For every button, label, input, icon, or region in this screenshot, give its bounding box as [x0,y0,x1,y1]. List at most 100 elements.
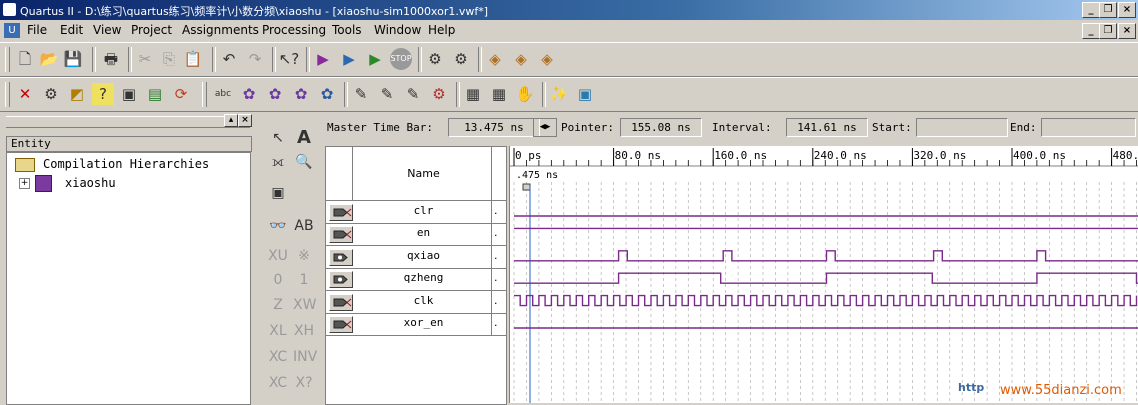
editor-icon[interactable]: ✎ [376,83,398,105]
close-icon[interactable]: × [1118,2,1136,18]
pencil-icon[interactable]: ✎ [350,83,372,105]
refresh-icon[interactable]: ⟳ [170,83,192,105]
count-value-icon[interactable]: INV [293,346,317,368]
forcing-low-icon[interactable]: 0 [267,269,289,291]
high-impedance-icon[interactable]: Z [267,294,289,316]
panel-close-icon[interactable]: × [238,114,252,127]
signal-row[interactable]: xor_en. [326,313,506,336]
doc-restore-icon[interactable]: ❐ [1099,23,1117,39]
netlist-icon[interactable]: ◈ [536,48,558,70]
pin-planner-icon[interactable]: ◩ [66,83,88,105]
device-icon[interactable]: ▣ [118,83,140,105]
new-file-icon[interactable]: 🗋 [14,48,36,70]
undo-icon[interactable]: ↶ [218,48,240,70]
time-bar-arrows[interactable]: ◀▶ [533,118,557,137]
wizard-icon[interactable]: ✨ [548,83,570,105]
megawizard-icon[interactable]: ▣ [574,83,596,105]
restore-icon[interactable]: ❐ [1099,2,1117,18]
assembler-icon[interactable]: ✿ [290,83,312,105]
dont-care-icon[interactable]: ※ [293,245,315,267]
waveform-editor-icon[interactable]: ✎ [402,83,424,105]
signal-row[interactable]: clr. [326,201,506,224]
paste-icon[interactable]: 📋 [182,48,204,70]
weak-high-icon[interactable]: XH [293,320,315,342]
tree-root[interactable]: Compilation Hierarchies [13,155,243,173]
timing-icon[interactable]: ✿ [316,83,338,105]
rtl-viewer-icon[interactable]: ◈ [484,48,506,70]
menu-window[interactable]: Window [374,23,421,37]
tech-map-icon[interactable]: ◈ [510,48,532,70]
cut-icon[interactable]: ✂ [134,48,156,70]
doc-minimize-icon[interactable]: _ [1082,23,1100,39]
header-divider [352,147,353,200]
signaltap-icon[interactable]: ▦ [488,83,510,105]
signal-row[interactable]: qzheng. [326,268,506,292]
fitter-icon[interactable]: ✿ [264,83,286,105]
entity-header[interactable]: Entity [6,136,252,152]
menu-help[interactable]: Help [428,23,455,37]
hand-icon[interactable]: ✋ [514,83,536,105]
simulator-icon[interactable]: ⚙ [428,83,450,105]
menu-assignments[interactable]: Assignments [182,23,259,37]
menu-bar: U File Edit View Project Assignments Pro… [0,21,1138,41]
row-divider [491,223,492,246]
doc-close-icon[interactable]: × [1118,23,1136,39]
waveform-display[interactable]: 0 ps 80.0 ns 160.0 ns 240.0 ns 320.0 ns 400.0… [509,146,1138,403]
stop-processing-icon[interactable]: ▶ [312,48,334,70]
menu-project[interactable]: Project [131,23,172,37]
start-label: Start: [872,121,912,134]
save-icon[interactable]: 💾 [62,48,84,70]
replace-icon[interactable]: AB [293,215,315,237]
menu-view[interactable]: View [93,23,121,37]
panel-float-icon[interactable]: ▴ [224,114,238,127]
timing-settings-icon[interactable]: ? [92,83,114,105]
arbitrary-value-icon[interactable]: X? [293,372,315,394]
selection-tool-icon[interactable]: ↖ [267,127,289,149]
open-folder-icon[interactable]: 📂 [38,48,60,70]
synthesis-icon[interactable]: ✿ [238,83,260,105]
full-screen-icon[interactable]: ▣ [267,182,289,204]
folder-icon [15,158,35,172]
waveform-svg[interactable]: 0 ps 80.0 ns 160.0 ns 240.0 ns 320.0 ns 400.0… [510,146,1138,403]
signal-row[interactable]: qxiao. [326,245,506,269]
time-bar: Master Time Bar: 13.475 ns ◀▶ Pointer: 1… [325,118,1138,138]
find-icon[interactable]: 👓 [267,215,289,237]
signal-row[interactable]: clk. [326,290,506,314]
uninitialized-icon[interactable]: XU [267,245,289,267]
zoom-tool-icon[interactable]: 🔍 [293,151,315,173]
input-pin-icon [329,316,353,333]
waveform-tool-icon[interactable]: ⟗ [267,151,289,173]
abc-icon[interactable]: abc [212,83,234,105]
menu-edit[interactable]: Edit [60,23,83,37]
start-analysis-icon[interactable]: ▶ [338,48,360,70]
weak-unknown-icon[interactable]: XW [293,294,316,316]
menu-processing[interactable]: Processing [262,23,326,37]
text-tool-icon[interactable]: A [293,127,315,149]
redo-icon[interactable]: ↷ [244,48,266,70]
signal-row[interactable]: en. [326,223,506,247]
expand-icon[interactable]: + [19,178,30,189]
invert-icon[interactable]: XC [267,346,289,368]
weak-low-icon[interactable]: XL [267,320,289,342]
copy-icon[interactable]: ⎘ [158,48,180,70]
print-icon[interactable]: 🖶 [100,48,122,70]
start-compilation-icon[interactable]: ▶ [364,48,386,70]
menu-file[interactable]: File [27,23,47,37]
start-field [916,118,1008,137]
help-pointer-icon[interactable]: ↖? [278,48,300,70]
overwrite-clock-icon[interactable]: XC [267,372,289,394]
report-icon[interactable]: ▤ [144,83,166,105]
menu-tools[interactable]: Tools [332,23,362,37]
row-divider [491,313,492,335]
compilation-report-icon[interactable]: ✕ [14,83,36,105]
forcing-high-icon[interactable]: 1 [293,269,315,291]
chip-planner-icon[interactable]: ⚙ [450,48,472,70]
assignment-editor-icon[interactable]: ⚙ [40,83,62,105]
minimize-icon[interactable]: _ [1082,2,1100,18]
programmer-icon[interactable]: ⚙ [424,48,446,70]
memory-editor-icon[interactable]: ▦ [462,83,484,105]
tree-item-xiaoshu[interactable]: + xiaoshu [13,174,243,192]
stop-icon[interactable]: STOP [390,48,412,70]
signal-name: xor_en [403,316,444,329]
master-time-bar-field[interactable]: 13.475 ns [448,118,540,137]
